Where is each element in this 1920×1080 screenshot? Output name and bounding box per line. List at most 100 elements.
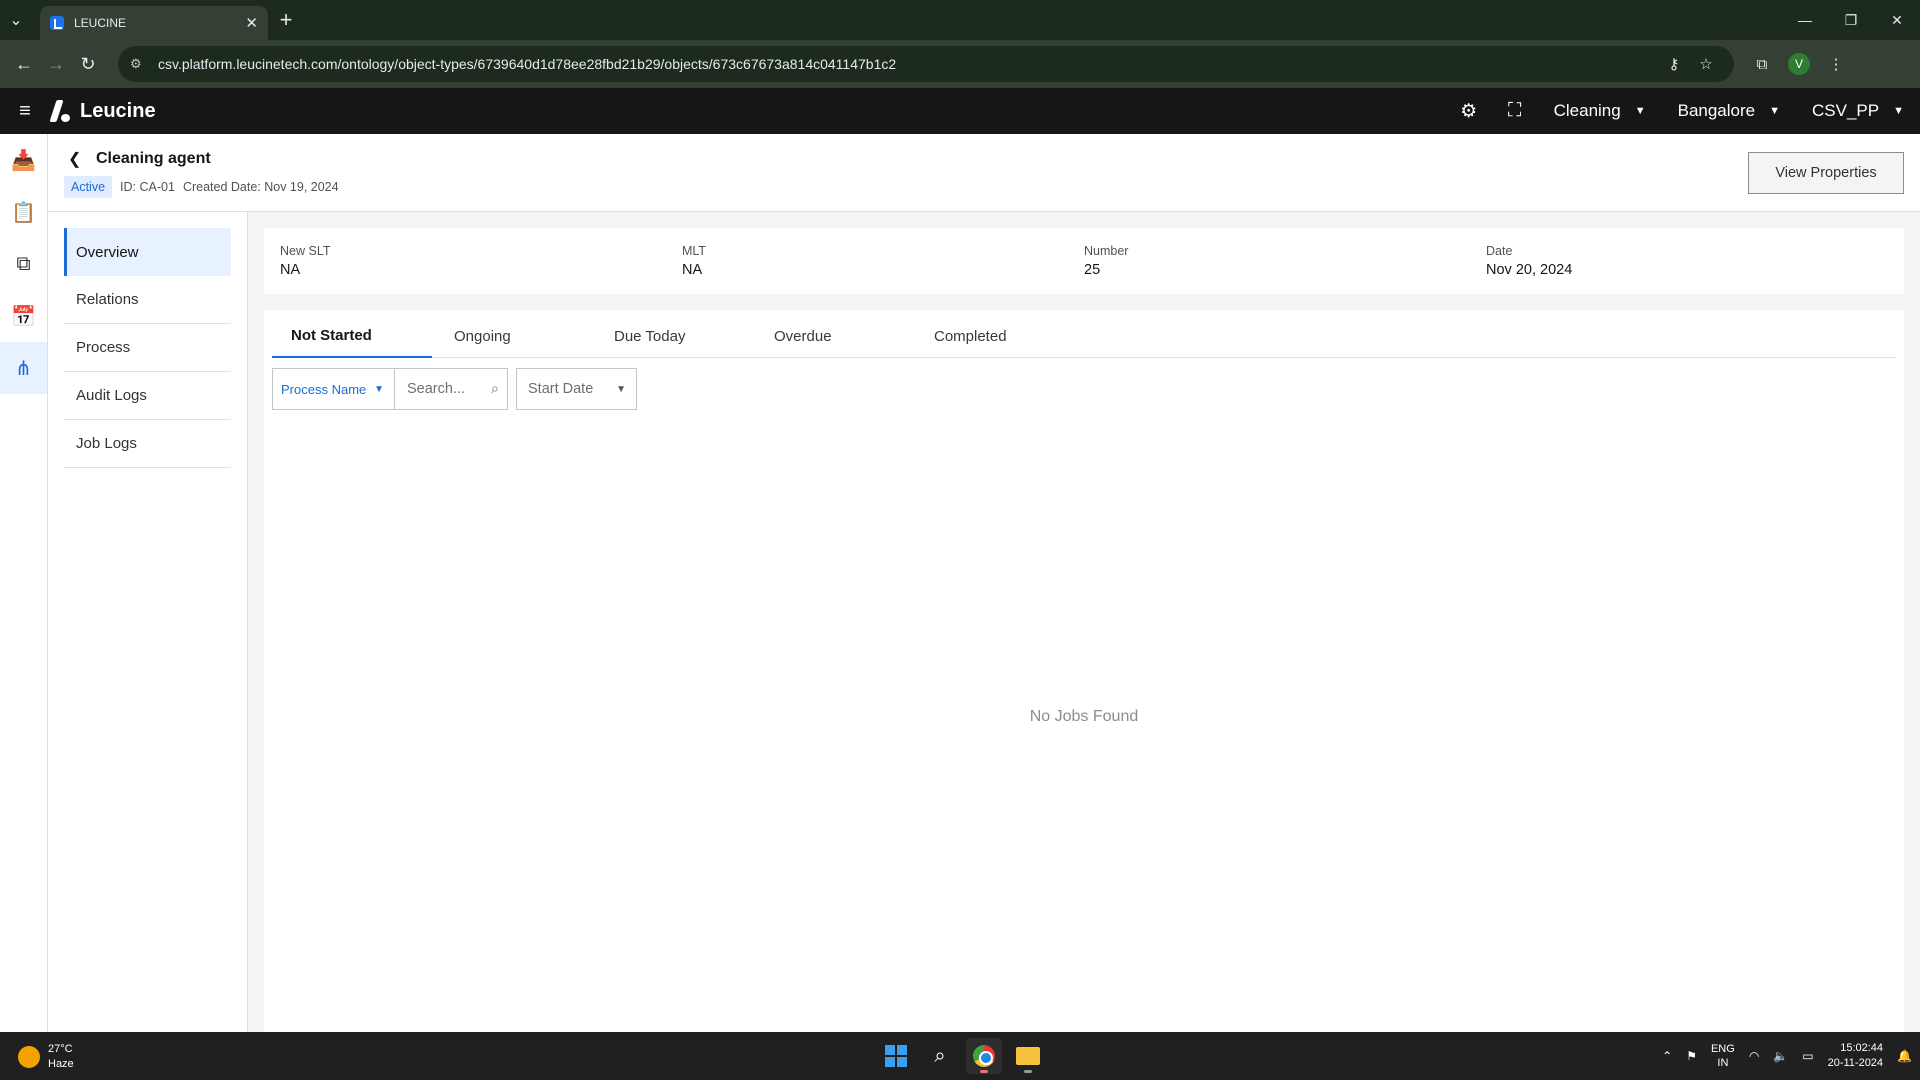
view-properties-button[interactable]: View Properties	[1748, 152, 1904, 194]
property-mlt: MLT NA	[682, 244, 1084, 278]
haze-weather-icon	[18, 1046, 40, 1068]
subnav-item-audit-logs[interactable]: Audit Logs	[64, 372, 231, 420]
window-controls: — ❐ ✕	[1782, 0, 1920, 40]
browser-tab-bar: ⌄ LEUCINE ✕ + — ❐ ✕	[0, 0, 1920, 40]
extensions-icon[interactable]: ⧉	[1746, 56, 1778, 73]
bookmark-star-icon[interactable]: ☆	[1690, 55, 1722, 73]
object-header: ❮ Cleaning agent Active ID: CA-01 Create…	[48, 134, 1920, 212]
chevron-down-icon: ▼	[1769, 105, 1781, 117]
clock[interactable]: 15:02:44 20-11-2024	[1828, 1041, 1883, 1071]
properties-summary: New SLT NA MLT NA Number 25 Date Nov 20,…	[264, 228, 1904, 294]
scan-icon[interactable]: ⛶	[1492, 100, 1538, 122]
windows-logo-icon	[885, 1045, 907, 1067]
tab-search-chevron-icon[interactable]: ⌄	[0, 0, 32, 40]
tab-close-icon[interactable]: ✕	[245, 14, 258, 32]
system-tray: ⌃ ⚑ ENG IN ◠ 🔈 ▭ 15:02:44 20-11-2024 🔔	[1662, 1032, 1912, 1080]
page-title: Cleaning agent	[96, 150, 211, 167]
subnav-item-process[interactable]: Process	[64, 324, 231, 372]
show-hidden-icons-chevron-icon[interactable]: ⌃	[1662, 1049, 1672, 1063]
tab-overdue[interactable]: Overdue	[752, 314, 912, 358]
property-value: Nov 20, 2024	[1486, 262, 1573, 278]
file-explorer-taskbar-button[interactable]	[1010, 1038, 1046, 1074]
address-bar[interactable]: ⚙ csv.platform.leucinetech.com/ontology/…	[118, 46, 1734, 82]
chrome-taskbar-button[interactable]	[966, 1038, 1002, 1074]
search-input[interactable]: Search... ⌕	[395, 369, 507, 409]
ontology-hierarchy-icon[interactable]: ⋔	[0, 342, 47, 394]
property-new-slt: New SLT NA	[280, 244, 682, 278]
property-date: Date Nov 20, 2024	[1486, 244, 1888, 278]
weather-widget[interactable]: 27°C Haze	[18, 1042, 74, 1072]
empty-state-message: No Jobs Found	[1029, 708, 1139, 725]
tab-completed[interactable]: Completed	[912, 314, 1072, 358]
weather-condition: Haze	[48, 1058, 74, 1070]
notifications-bell-icon[interactable]: 🔔	[1897, 1049, 1912, 1063]
back-arrow-icon[interactable]: ❮	[68, 149, 81, 169]
property-label: MLT	[682, 244, 707, 258]
battery-icon[interactable]: ▭	[1802, 1049, 1813, 1063]
object-id: ID: CA-01	[120, 180, 175, 194]
chevron-down-icon: ▼	[1893, 105, 1904, 117]
search-icon[interactable]: ⌕	[491, 381, 499, 397]
password-key-icon[interactable]: ⚷	[1658, 55, 1690, 73]
taskbar-search-icon[interactable]: ⌕	[922, 1038, 958, 1074]
chrome-icon	[973, 1045, 995, 1067]
region-code: IN	[1717, 1057, 1729, 1069]
property-value: 25	[1084, 262, 1101, 278]
back-icon[interactable]: ←	[8, 48, 40, 80]
object-meta: Active ID: CA-01 Created Date: Nov 19, 2…	[64, 176, 339, 198]
minimize-icon[interactable]: —	[1782, 0, 1828, 40]
calendar-icon[interactable]: 📅	[0, 290, 47, 342]
wifi-icon[interactable]: ◠	[1749, 1049, 1759, 1063]
job-filters: Process Name ▼ Search... ⌕ Start Date ▼	[272, 368, 637, 410]
tab-due-today[interactable]: Due Today	[592, 314, 752, 358]
dropdown-label: Bangalore	[1677, 101, 1756, 120]
property-label: Date	[1486, 244, 1513, 258]
property-value: NA	[682, 262, 703, 278]
forward-icon[interactable]: →	[40, 48, 72, 80]
brand-name: Leucine	[80, 99, 156, 122]
temperature: 27°C	[48, 1043, 73, 1055]
checklist-icon[interactable]: 📋	[0, 186, 47, 238]
active-indicator	[980, 1070, 988, 1073]
subnav-item-job-logs[interactable]: Job Logs	[64, 420, 231, 468]
reload-icon[interactable]: ↻	[72, 48, 104, 80]
leucine-logo[interactable]: Leucine	[50, 100, 156, 123]
process-name-select[interactable]: Process Name ▼	[273, 369, 395, 409]
new-tab-icon[interactable]: +	[268, 0, 304, 40]
site-info-icon[interactable]: ⚙	[130, 56, 146, 72]
user-dropdown[interactable]: CSV_PP ▼	[1796, 101, 1920, 121]
subnav-item-relations[interactable]: Relations	[64, 276, 231, 324]
job-status-tabs: Not Started Ongoing Due Today Overdue Co…	[272, 314, 1896, 358]
tab-ongoing[interactable]: Ongoing	[432, 314, 592, 358]
volume-icon[interactable]: 🔈	[1773, 1049, 1788, 1063]
restore-icon[interactable]: ❐	[1828, 0, 1874, 40]
object-subnav: Overview Relations Process Audit Logs Jo…	[48, 212, 248, 1032]
url-text[interactable]: csv.platform.leucinetech.com/ontology/ob…	[158, 56, 1658, 72]
leucine-logo-icon	[50, 100, 72, 122]
workflow-icon[interactable]: ⧉	[0, 238, 47, 290]
windows-start-button[interactable]	[878, 1038, 914, 1074]
profile-avatar[interactable]: V	[1788, 53, 1810, 75]
facility-use-case-dropdown[interactable]: Cleaning ▼	[1538, 101, 1662, 121]
subnav-item-overview[interactable]: Overview	[64, 228, 231, 276]
inbox-icon[interactable]: 📥	[0, 134, 47, 186]
hamburger-menu-icon[interactable]: ≡	[0, 100, 50, 123]
os-taskbar: 27°C Haze ⌕ ⌃ ⚑ ENG IN ◠ 🔈 ▭ 15:02:44 20…	[0, 1032, 1920, 1080]
notification-center-icon[interactable]: ⚑	[1686, 1049, 1697, 1063]
running-indicator	[1024, 1070, 1032, 1073]
browser-tab[interactable]: LEUCINE ✕	[40, 6, 268, 40]
start-date-select[interactable]: Start Date ▼	[516, 368, 637, 410]
location-dropdown[interactable]: Bangalore ▼	[1662, 101, 1796, 121]
icon-sidebar: 📥 📋 ⧉ 📅 ⋔	[0, 134, 48, 1032]
browser-toolbar: ← → ↻ ⚙ csv.platform.leucinetech.com/ont…	[0, 40, 1920, 88]
chevron-down-icon: ▼	[1634, 105, 1646, 117]
close-window-icon[interactable]: ✕	[1874, 0, 1920, 40]
search-placeholder: Search...	[407, 381, 466, 397]
browser-menu-icon[interactable]: ⋮	[1820, 55, 1852, 73]
dropdown-label: Cleaning	[1553, 101, 1621, 120]
tab-not-started[interactable]: Not Started	[272, 314, 432, 358]
settings-gear-icon[interactable]: ⚙	[1446, 100, 1492, 123]
status-badge: Active	[64, 176, 113, 198]
language-indicator[interactable]: ENG IN	[1711, 1042, 1735, 1070]
dropdown-label: CSV_PP	[1812, 101, 1880, 120]
